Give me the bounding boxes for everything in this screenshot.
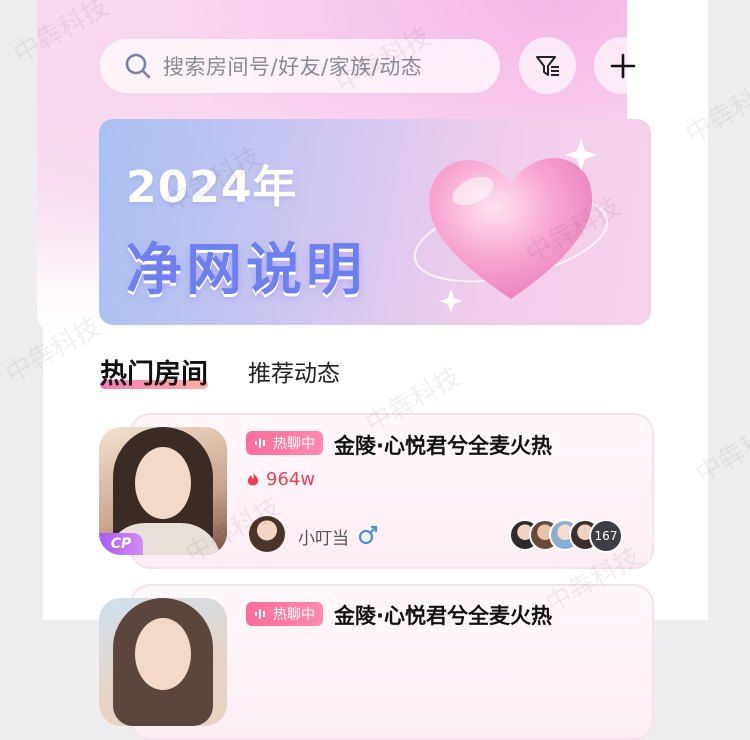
sound-wave-icon [255, 609, 265, 619]
room-title: 金陵·心悦君兮全麦火热 [334, 434, 552, 458]
search-input[interactable]: 搜索房间号/好友/家族/动态 [163, 51, 422, 81]
content-tabs: 热门房间 推荐动态 [100, 351, 340, 391]
add-button[interactable] [594, 37, 651, 94]
plus-icon [610, 53, 635, 78]
hot-chat-badge-label: 热聊中 [273, 436, 315, 452]
hot-chat-badge: 热聊中 [246, 602, 323, 626]
search-bar[interactable]: 搜索房间号/好友/家族/动态 [100, 39, 500, 93]
hot-chat-badge: 热聊中 [246, 431, 323, 455]
cp-badge: CP [99, 533, 143, 555]
hot-chat-badge-label: 热聊中 [273, 607, 315, 623]
tab-hot-rooms[interactable]: 热门房间 [100, 352, 208, 391]
filter-button[interactable] [519, 37, 576, 94]
room-heat: 964w [246, 469, 315, 490]
promo-banner[interactable]: 2024年 净网说明 [99, 119, 651, 325]
room-cover-image[interactable]: CP [99, 427, 227, 555]
room-cover-image[interactable] [99, 598, 227, 726]
tab-recommended-feed[interactable]: 推荐动态 [248, 354, 340, 391]
heart-illustration [413, 139, 609, 313]
banner-year: 2024年 [126, 162, 298, 213]
host-avatar[interactable] [249, 516, 285, 552]
room-title: 金陵·心悦君兮全麦火热 [334, 604, 552, 628]
search-icon [125, 53, 151, 79]
room-heat-value: 964w [266, 469, 316, 490]
banner-title: 净网说明 [126, 238, 366, 303]
flame-icon [247, 472, 259, 486]
male-icon [358, 525, 378, 545]
host-name[interactable]: 小叮当 [298, 524, 349, 549]
filter-icon [535, 55, 559, 76]
sound-wave-icon [255, 438, 265, 448]
member-count: 167 [589, 519, 623, 553]
tab-hot-rooms-label: 热门房间 [100, 359, 208, 390]
